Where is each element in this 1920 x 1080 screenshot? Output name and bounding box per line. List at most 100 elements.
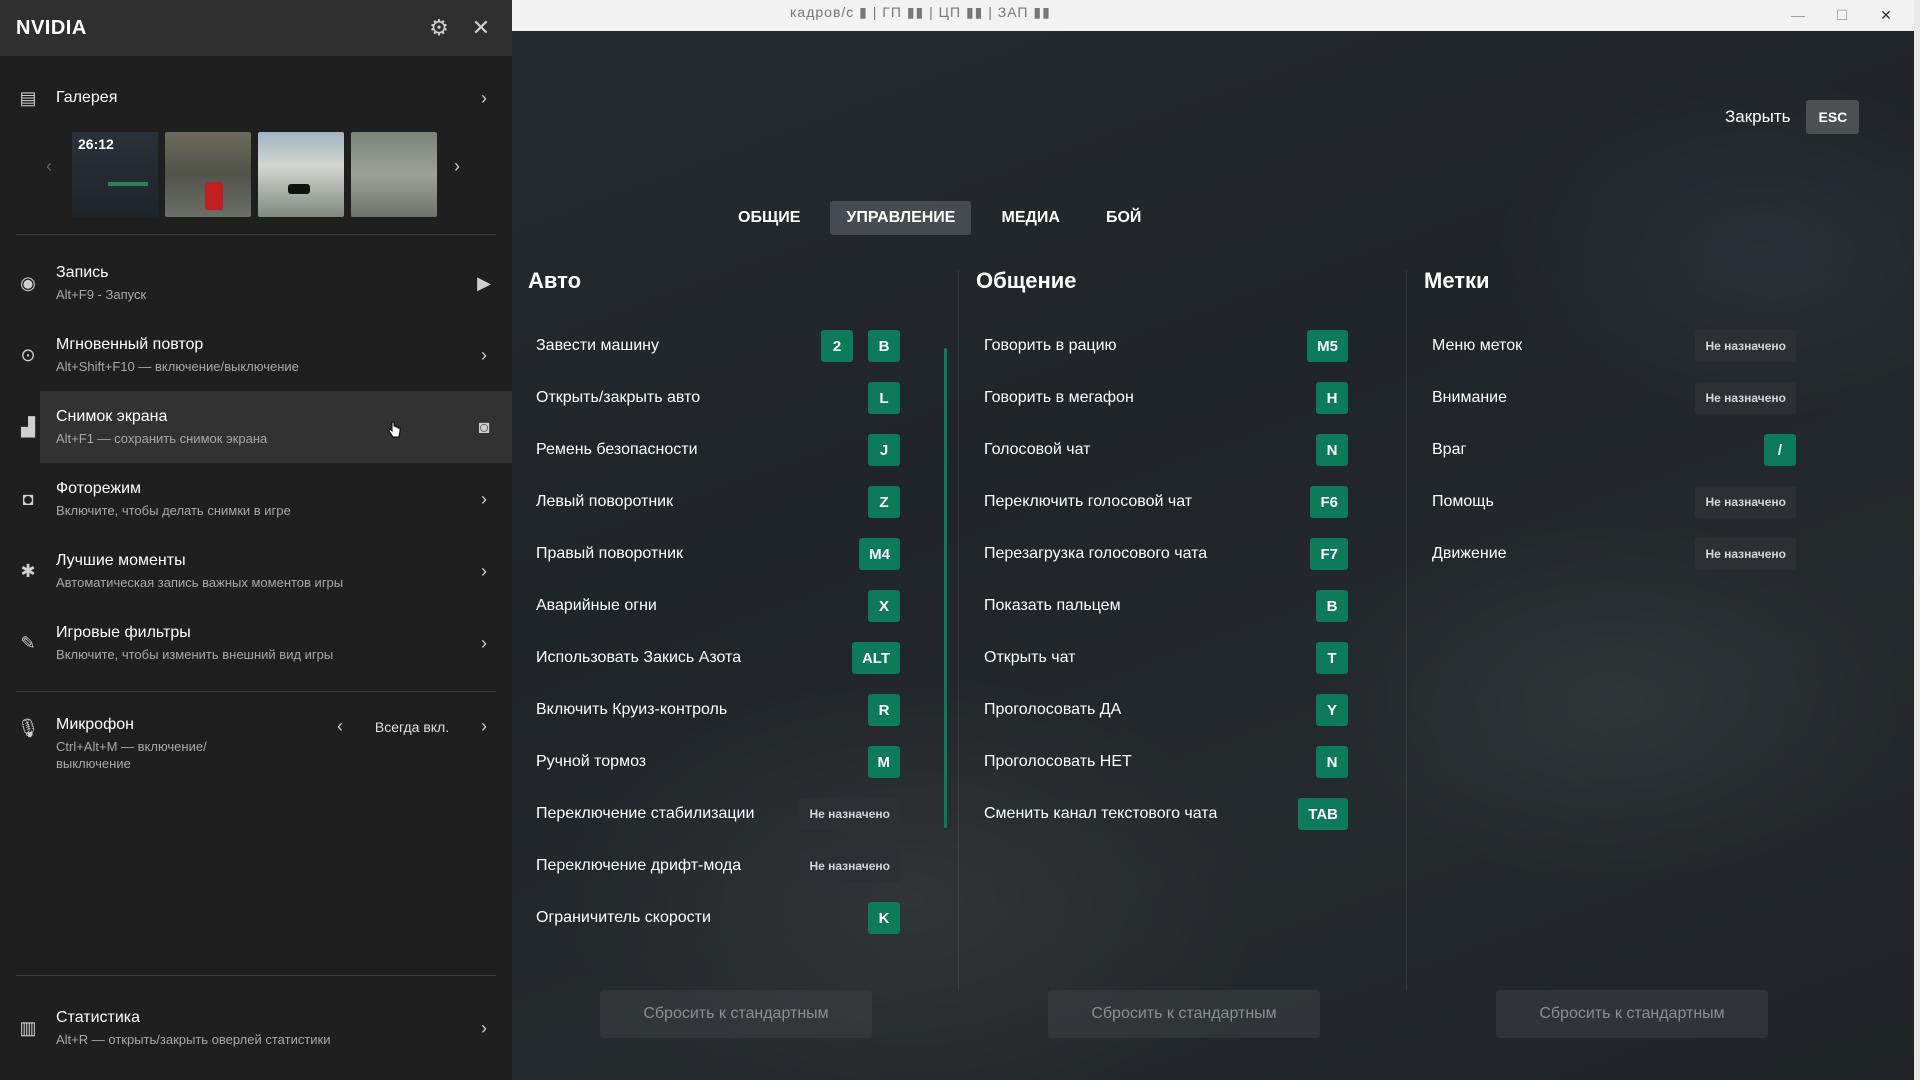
tab-combat[interactable]: БОЙ xyxy=(1090,201,1157,235)
keybind-row[interactable]: Голосовой чат N xyxy=(976,424,1376,476)
keybind-label: Сменить канал текстового чата xyxy=(984,805,1218,822)
esc-key-badge[interactable]: ESC xyxy=(1806,100,1860,134)
keybind-row[interactable]: Сменить канал текстового чата TAB xyxy=(976,788,1376,840)
key-badge[interactable]: M4 xyxy=(859,538,900,570)
keybind-row[interactable]: Проголосовать ДА Y xyxy=(976,684,1376,736)
maximize-button[interactable]: ☐ xyxy=(1824,3,1860,27)
keybind-row[interactable]: Враг / xyxy=(1424,424,1824,476)
keybind-row[interactable]: Использовать Закись Азота ALT xyxy=(528,632,928,684)
key-badge[interactable]: T xyxy=(1316,642,1348,674)
unassigned-key-badge[interactable]: Не назначено xyxy=(799,850,900,882)
close-icon[interactable]: ✕ xyxy=(466,13,496,43)
key-badge[interactable]: H xyxy=(1316,382,1348,414)
key-badge[interactable]: B xyxy=(868,330,900,362)
keybind-row[interactable]: Открыть/закрыть авто L xyxy=(528,372,928,424)
menu-item-game-filters[interactable]: ✎ Игровые фильтры Включите, чтобы измени… xyxy=(0,607,512,679)
tab-media[interactable]: МЕДИА xyxy=(985,201,1075,235)
menu-item-screenshot[interactable]: ▟ Снимок экрана Alt+F1 — сохранить снимо… xyxy=(21,391,512,463)
key-badge[interactable]: L xyxy=(868,382,900,414)
menu-item-highlights[interactable]: ✱ Лучшие моменты Автоматическая запись в… xyxy=(0,535,512,607)
keybind-row[interactable]: Переключение стабилизации Не назначено xyxy=(528,788,928,840)
menu-item-subtitle: Ctrl+Alt+M — включение/ выключение xyxy=(56,739,207,771)
key-badge[interactable]: B xyxy=(1316,590,1348,622)
keybind-row[interactable]: Меню меток Не назначено xyxy=(1424,320,1824,372)
key-badge[interactable]: K xyxy=(868,902,900,934)
record-icon: ◉ xyxy=(20,272,36,293)
window-close-button[interactable]: ✕ xyxy=(1868,3,1904,27)
key-badge[interactable]: N xyxy=(1316,746,1348,778)
keybind-row[interactable]: Включить Круиз-контроль R xyxy=(528,684,928,736)
keybind-row[interactable]: Переключение дрифт-мода Не назначено xyxy=(528,840,928,892)
menu-item-instant-replay[interactable]: ⊙ Мгновенный повтор Alt+Shift+F10 — вклю… xyxy=(0,319,512,391)
thumbs-prev-icon[interactable]: ‹ xyxy=(46,156,52,177)
unassigned-key-badge[interactable]: Не назначено xyxy=(1695,486,1796,518)
key-badge[interactable]: ALT xyxy=(851,642,900,674)
reset-defaults-button-marks[interactable]: Сбросить к стандартным xyxy=(1496,990,1768,1038)
keybind-row[interactable]: Помощь Не назначено xyxy=(1424,476,1824,528)
column-title: Метки xyxy=(1424,268,1490,293)
key-badge[interactable]: 2 xyxy=(821,330,853,362)
keybind-row[interactable]: Говорить в рацию M5 xyxy=(976,320,1376,372)
keybind-row[interactable]: Перезагрузка голосового чата F7 xyxy=(976,528,1376,580)
tab-controls[interactable]: УПРАВЛЕНИЕ xyxy=(830,201,972,235)
thumbs-next-icon[interactable]: › xyxy=(454,156,460,177)
tab-general[interactable]: ОБЩИЕ xyxy=(722,201,816,235)
keybind-row[interactable]: Завести машину 2 B xyxy=(528,320,928,372)
keybind-row[interactable]: Движение Не назначено xyxy=(1424,528,1824,580)
keybind-row[interactable]: Переключить голосовой чат F6 xyxy=(976,476,1376,528)
key-badge[interactable]: X xyxy=(868,590,900,622)
keybind-row[interactable]: Показать пальцем B xyxy=(976,580,1376,632)
key-badge[interactable]: F6 xyxy=(1310,486,1348,518)
thumbnail-1[interactable]: 26:12 xyxy=(72,131,158,217)
key-badge[interactable]: Z xyxy=(868,486,900,518)
key-badge[interactable]: M xyxy=(867,746,900,778)
keybind-label: Открыть/закрыть авто xyxy=(536,389,701,406)
mic-next-icon[interactable]: › xyxy=(472,716,496,737)
menu-item-photo-mode[interactable]: ◘ Фоторежим Включите, чтобы делать снимк… xyxy=(0,463,512,535)
keybind-row[interactable]: Ограничитель скорости K xyxy=(528,892,928,944)
menu-item-statistics[interactable]: ▥ Статистика Alt+R — открыть/закрыть ове… xyxy=(0,992,512,1064)
unassigned-key-badge[interactable]: Не назначено xyxy=(1695,382,1796,414)
keybind-row[interactable]: Левый поворотник Z xyxy=(528,476,928,528)
unassigned-key-badge[interactable]: Не назначено xyxy=(1695,330,1796,362)
keybind-row[interactable]: Ручной тормоз M xyxy=(528,736,928,788)
thumbnail-4[interactable] xyxy=(351,131,437,217)
thumbnail-2[interactable] xyxy=(165,131,251,217)
divider xyxy=(16,234,496,235)
close-control[interactable]: Закрыть ESC xyxy=(1725,100,1860,134)
keybind-row[interactable]: Аварийные огни X xyxy=(528,580,928,632)
reset-defaults-button-auto[interactable]: Сбросить к стандартным xyxy=(600,990,872,1038)
key-badge[interactable]: M5 xyxy=(1307,330,1348,362)
menu-item-record[interactable]: ◉ Запись Alt+F9 - Запуск ▶ xyxy=(0,247,512,319)
keybind-row[interactable]: Проголосовать НЕТ N xyxy=(976,736,1376,788)
menu-item-title: Микрофон xyxy=(56,716,134,733)
key-badge[interactable]: TAB xyxy=(1298,798,1348,830)
keybind-label: Говорить в рацию xyxy=(984,337,1117,354)
keybind-row[interactable]: Говорить в мегафон H xyxy=(976,372,1376,424)
keybind-row[interactable]: Открыть чат T xyxy=(976,632,1376,684)
key-badge[interactable]: / xyxy=(1764,434,1796,466)
key-badge[interactable]: Y xyxy=(1316,694,1348,726)
unassigned-key-badge[interactable]: Не назначено xyxy=(799,798,900,830)
minimize-button[interactable]: — xyxy=(1780,3,1816,27)
chevron-right-icon: › xyxy=(481,632,487,653)
keybind-row[interactable]: Ремень безопасности J xyxy=(528,424,928,476)
gear-icon[interactable]: ⚙ xyxy=(424,13,454,43)
unassigned-key-badge[interactable]: Не назначено xyxy=(1695,538,1796,570)
keybind-label: Переключение стабилизации xyxy=(536,805,755,822)
key-badge[interactable]: J xyxy=(868,434,900,466)
keybind-row[interactable]: Внимание Не назначено xyxy=(1424,372,1824,424)
mic-prev-icon[interactable]: ‹ xyxy=(328,716,352,737)
reset-defaults-button-chat[interactable]: Сбросить к стандартным xyxy=(1048,990,1320,1038)
key-badge[interactable]: R xyxy=(868,694,900,726)
keybind-label: Переключить голосовой чат xyxy=(984,493,1193,510)
keybind-row[interactable]: Правый поворотник M4 xyxy=(528,528,928,580)
scrollbar[interactable] xyxy=(944,348,947,828)
key-badge[interactable]: F7 xyxy=(1310,538,1348,570)
key-badge[interactable]: N xyxy=(1316,434,1348,466)
close-label[interactable]: Закрыть xyxy=(1725,107,1790,127)
camera-icon[interactable]: ◙ xyxy=(472,417,496,438)
thumb-duration: 26:12 xyxy=(78,135,114,152)
gallery-row[interactable]: ▤ Галерея › xyxy=(0,70,512,126)
thumbnail-3[interactable] xyxy=(258,131,344,217)
